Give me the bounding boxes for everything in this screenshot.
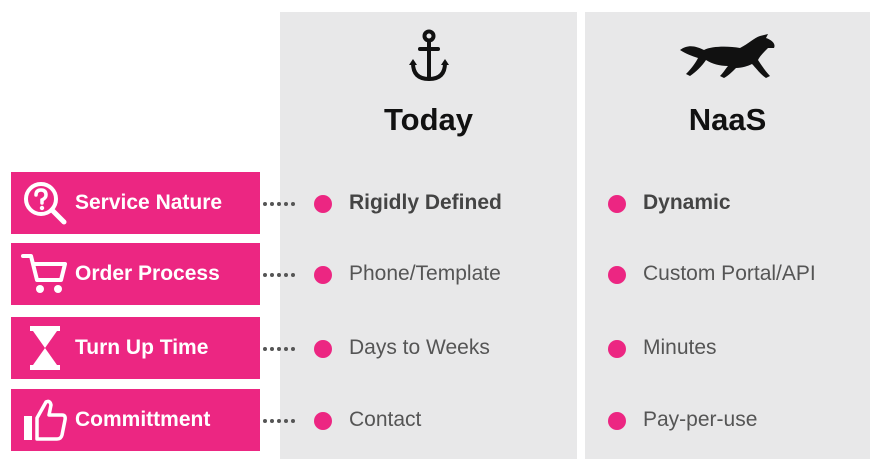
today-turn-up-time: Days to Weeks xyxy=(349,336,490,359)
thumbs-up-icon xyxy=(19,389,71,451)
naas-column: NaaS xyxy=(585,12,870,459)
naas-bullet xyxy=(608,266,626,284)
hourglass-icon xyxy=(19,317,71,379)
order-process-label: Order Process xyxy=(11,243,260,305)
naas-order-process: Custom Portal/API xyxy=(643,262,816,285)
connector xyxy=(263,416,315,426)
today-title: Today xyxy=(384,102,473,137)
today-bullet xyxy=(314,266,332,284)
today-column: Today xyxy=(280,12,577,459)
today-bullet xyxy=(314,412,332,430)
naas-committment: Pay-per-use xyxy=(643,408,758,431)
naas-bullet xyxy=(608,340,626,358)
naas-service-nature: Dynamic xyxy=(643,191,731,214)
today-bullet xyxy=(314,340,332,358)
connector xyxy=(263,344,315,354)
today-committment: Contact xyxy=(349,408,422,431)
committment-label: Committment xyxy=(11,389,260,451)
naas-bullet xyxy=(608,412,626,430)
today-service-nature: Rigidly Defined xyxy=(349,191,502,214)
question-search-icon xyxy=(19,172,71,234)
horse-icon xyxy=(585,26,870,88)
naas-title: NaaS xyxy=(688,102,767,137)
turn-up-time-label: Turn Up Time xyxy=(11,317,260,379)
row-label: Service Nature xyxy=(75,191,223,214)
today-order-process: Phone/Template xyxy=(349,262,501,285)
shopping-cart-icon xyxy=(19,243,71,305)
row-label: Order Process xyxy=(75,262,220,285)
row-label: Turn Up Time xyxy=(75,336,209,359)
naas-turn-up-time: Minutes xyxy=(643,336,717,359)
anchor-icon xyxy=(280,26,577,88)
row-label: Committment xyxy=(75,408,211,431)
naas-bullet xyxy=(608,195,626,213)
connector xyxy=(263,199,315,209)
connector xyxy=(263,270,315,280)
today-bullet xyxy=(314,195,332,213)
service-nature-label: Service Nature xyxy=(11,172,260,234)
